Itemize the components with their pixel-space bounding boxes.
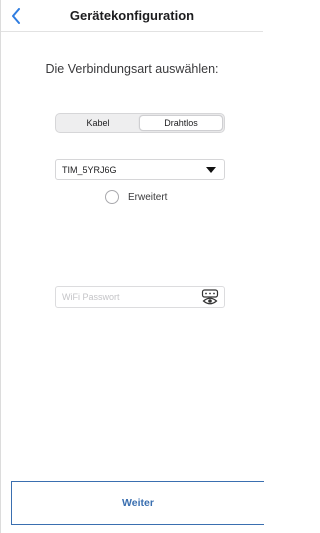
next-button[interactable]: Weiter: [11, 481, 264, 525]
advanced-label: Erweitert: [128, 191, 168, 203]
wifi-password-field: [55, 286, 225, 308]
navigation-bar: Gerätekonfiguration: [1, 0, 263, 32]
network-dropdown[interactable]: TIM_5YRJ6G: [55, 159, 225, 180]
network-selected-value: TIM_5YRJ6G: [62, 164, 117, 175]
segment-kabel[interactable]: Kabel: [57, 115, 139, 131]
advanced-option[interactable]: Erweitert: [105, 189, 167, 205]
chevron-left-icon: [12, 8, 20, 24]
next-button-label: Weiter: [122, 497, 154, 509]
connection-type-instruction: Die Verbindungsart auswählen:: [45, 62, 219, 76]
device-configuration-screen: Gerätekonfiguration Die Verbindungsart a…: [0, 0, 264, 533]
advanced-radio-button[interactable]: [105, 190, 119, 204]
dropdown-arrow-icon: [206, 166, 216, 173]
page-title: Gerätekonfiguration: [69, 8, 195, 23]
segment-drahtlos[interactable]: Drahtlos: [139, 115, 223, 131]
eye-icon: [201, 289, 219, 305]
wifi-password-input[interactable]: [62, 288, 200, 306]
show-password-button[interactable]: [200, 288, 220, 306]
connection-type-segmented-control: Kabel Drahtlos: [55, 113, 225, 133]
back-button[interactable]: [7, 6, 25, 26]
